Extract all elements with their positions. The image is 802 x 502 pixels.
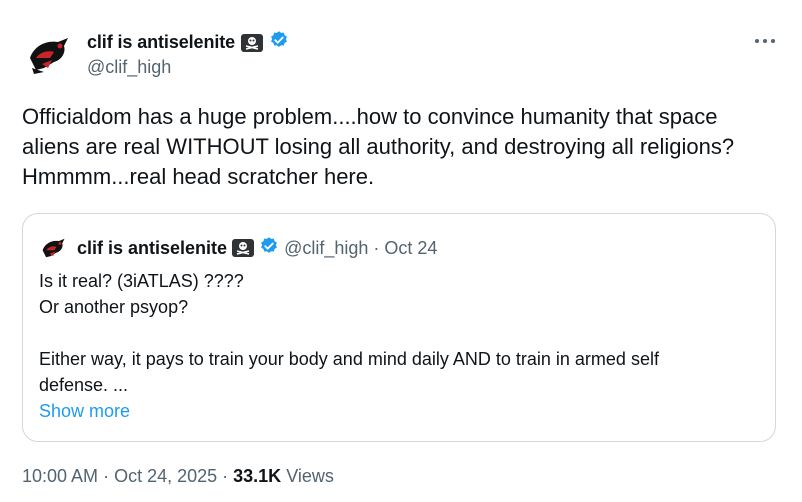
meta-separator: ·: [222, 466, 229, 486]
raven-totem-avatar: [38, 233, 68, 263]
quoted-author-handle: @clif_high: [284, 237, 369, 258]
tweet-meta: 10:00 AM · Oct 24, 2025 · 33.1K Views: [22, 466, 334, 487]
show-more-link[interactable]: Show more: [39, 401, 130, 422]
quoted-author-name: clif is antiselenite: [77, 237, 228, 258]
quoted-tweet-header: clif is antiselenite @clif_high · Oct 24: [38, 233, 437, 263]
meta-separator: ·: [103, 466, 110, 486]
quoted-tweet-card[interactable]: clif is antiselenite @clif_high · Oct 24…: [22, 213, 776, 442]
quoted-separator: ·: [373, 237, 380, 258]
author-name-row: clif is antiselenite: [87, 30, 289, 55]
verified-badge-icon: [259, 236, 279, 261]
tweet-time[interactable]: 10:00 AM: [22, 466, 98, 487]
views-count: 33.1K: [233, 466, 282, 486]
quoted-date: Oct 24: [384, 237, 438, 258]
tweet-date[interactable]: Oct 24, 2025: [114, 466, 217, 487]
more-options-button[interactable]: [752, 30, 778, 52]
quoted-tweet-text: Is it real? (3iATLAS) ???? Or another ps…: [39, 271, 659, 395]
tweet-text: Officialdom has a huge problem....how to…: [22, 104, 735, 189]
author-handle[interactable]: @clif_high: [87, 57, 171, 78]
more-dots-icon: [755, 39, 775, 43]
author-display-name[interactable]: clif is antiselenite: [87, 32, 235, 53]
views-label: Views: [286, 466, 334, 486]
verified-badge-icon: [269, 30, 289, 55]
skull-crossbones-icon: [241, 33, 264, 52]
author-avatar[interactable]: [22, 28, 74, 80]
raven-totem-avatar: [22, 28, 74, 80]
quoted-author-avatar: [38, 233, 68, 263]
skull-crossbones-icon: [232, 239, 255, 257]
